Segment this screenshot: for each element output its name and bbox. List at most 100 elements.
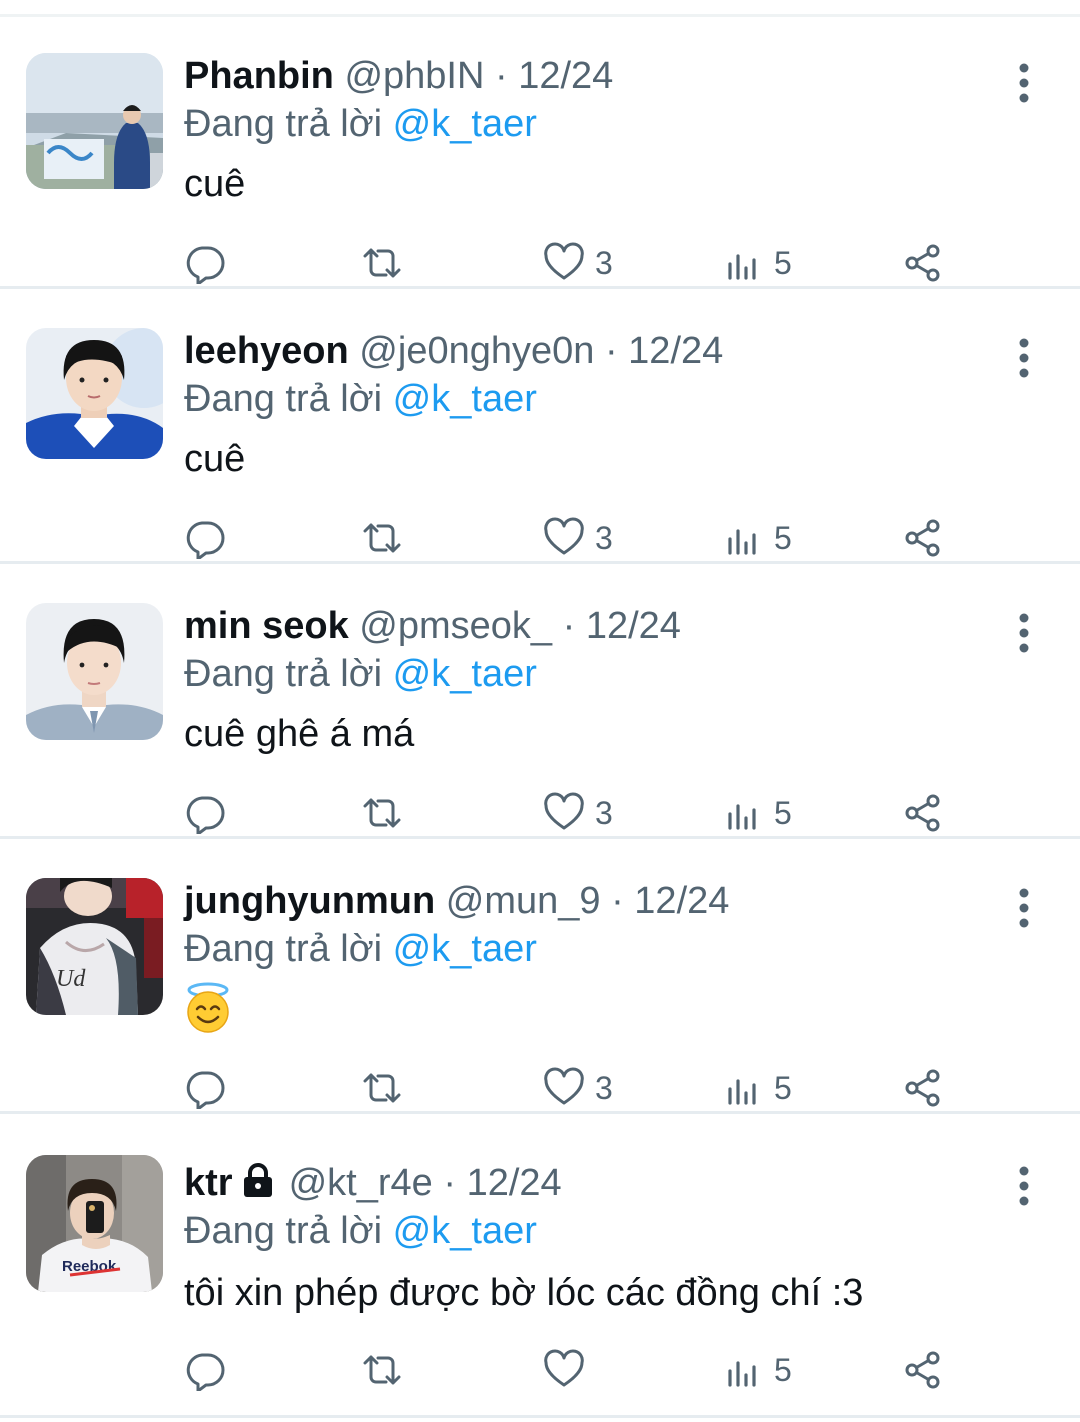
share-button[interactable] [902, 785, 944, 841]
retweet-icon [363, 248, 401, 278]
reply-mention-link[interactable]: @k_taer [393, 928, 537, 970]
action-bar: 3 5 [0, 235, 1080, 291]
view-count: 5 [774, 1070, 792, 1106]
action-bar: 3 5 [0, 785, 1080, 841]
reply-tweet[interactable]: Phanbin @phbIN · 12/24 Đang trả lời @k_t… [0, 17, 1080, 289]
reply-mention-link[interactable]: @k_taer [393, 378, 537, 420]
reply-tweet[interactable]: leehyeon @je0nghye0n · 12/24 Đang trả lờ… [0, 292, 1080, 564]
display-name[interactable]: junghyunmun [184, 880, 435, 922]
more-vertical-icon[interactable] [1008, 334, 1040, 386]
reply-mention-link[interactable]: @k_taer [393, 653, 537, 695]
retweet-button[interactable] [361, 785, 403, 841]
avatar[interactable] [26, 53, 163, 189]
retweet-button[interactable] [361, 235, 403, 291]
replying-to-label: Đang trả lời [184, 653, 383, 695]
separator-dot: · [443, 1162, 456, 1204]
heart-icon [544, 1067, 584, 1105]
views-button[interactable]: 5 [722, 785, 792, 841]
more-vertical-icon[interactable] [1008, 1162, 1040, 1214]
reply-button[interactable] [184, 1060, 226, 1116]
reply-button[interactable] [184, 1342, 226, 1398]
more-vertical-icon[interactable] [1008, 609, 1040, 661]
reply-icon [186, 521, 225, 559]
retweet-button[interactable] [361, 1060, 403, 1116]
views-icon [728, 254, 756, 280]
display-name[interactable]: ktr [184, 1162, 233, 1204]
separator-dot: · [562, 605, 576, 647]
like-button[interactable] [543, 1342, 595, 1398]
replying-to-label: Đang trả lời [184, 928, 383, 970]
avatar[interactable]: Ud [26, 878, 163, 1015]
avatar[interactable] [26, 603, 163, 740]
share-icon [905, 1351, 940, 1389]
reply-mention-link[interactable]: @k_taer [393, 103, 537, 145]
tweet-date[interactable]: 12/24 [586, 605, 681, 647]
action-bar: 5 [0, 1342, 1080, 1398]
more-vertical-icon[interactable] [1008, 884, 1040, 936]
avatar-photo-hoodie: Ud [26, 878, 163, 1015]
replying-to: Đang trả lời @k_taer [184, 101, 537, 147]
like-count: 3 [595, 245, 613, 281]
tweet-divider [0, 836, 1080, 839]
reply-icon [186, 246, 225, 284]
views-button[interactable]: 5 [722, 235, 792, 291]
view-count: 5 [774, 520, 792, 556]
action-bar: 3 5 [0, 1060, 1080, 1116]
display-name[interactable]: leehyeon [184, 330, 349, 372]
like-count: 3 [595, 795, 613, 831]
display-name[interactable]: min seok [184, 605, 349, 647]
tweet-text: tôi xin phép được bờ lóc các đồng chí :3 [184, 1272, 864, 1314]
share-button[interactable] [902, 235, 944, 291]
like-button[interactable]: 3 [543, 785, 613, 841]
reply-tweet[interactable]: Reebok ktr @kt_r4e · 12/24 Đang trả lời @… [0, 1122, 1080, 1422]
reply-tweet[interactable]: min seok @pmseok_ · 12/24 Đang trả lời @… [0, 567, 1080, 839]
like-button[interactable]: 3 [543, 1060, 613, 1116]
view-count: 5 [774, 795, 792, 831]
like-count: 3 [595, 520, 613, 556]
tweet-date[interactable]: 12/24 [628, 330, 723, 372]
tweet-text: cuê [184, 163, 246, 205]
tweet-date[interactable]: 12/24 [634, 880, 729, 922]
views-button[interactable]: 5 [722, 1060, 792, 1116]
share-button[interactable] [902, 1342, 944, 1398]
display-name[interactable]: Phanbin [184, 55, 334, 97]
reply-button[interactable] [184, 785, 226, 841]
like-button[interactable]: 3 [543, 510, 613, 566]
lock-icon [243, 1163, 272, 1197]
tweet-date[interactable]: 12/24 [518, 55, 613, 97]
reply-button[interactable] [184, 510, 226, 566]
retweet-button[interactable] [361, 510, 403, 566]
tweet-date[interactable]: 12/24 [467, 1162, 562, 1204]
user-handle[interactable]: @je0nghye0n [359, 330, 594, 372]
user-handle[interactable]: @kt_r4e [289, 1162, 433, 1204]
share-icon [905, 794, 940, 832]
retweet-icon [363, 523, 401, 553]
views-icon [728, 1361, 756, 1387]
avatar-photo-mirror-selfie: Reebok [26, 1155, 163, 1292]
avatar[interactable]: Reebok [26, 1155, 163, 1292]
more-vertical-icon[interactable] [1008, 59, 1040, 111]
retweet-button[interactable] [361, 1342, 403, 1398]
avatar[interactable] [26, 328, 163, 459]
user-handle[interactable]: @pmseok_ [359, 605, 552, 647]
share-button[interactable] [902, 1060, 944, 1116]
view-count: 5 [774, 1352, 792, 1388]
views-button[interactable]: 5 [722, 510, 792, 566]
tweet-divider [0, 561, 1080, 564]
views-icon [728, 1079, 756, 1105]
user-handle[interactable]: @mun_9 [446, 880, 601, 922]
replying-to-label: Đang trả lời [184, 378, 383, 420]
share-button[interactable] [902, 510, 944, 566]
user-handle[interactable]: @phbIN [344, 55, 484, 97]
reply-tweet[interactable]: Ud junghyunmun @mun_9 · 12/24 Đang trả l… [0, 842, 1080, 1114]
retweet-icon [363, 798, 401, 828]
reply-mention-link[interactable]: @k_taer [393, 1210, 537, 1252]
views-button[interactable]: 5 [722, 1342, 792, 1398]
tweet-header: junghyunmun @mun_9 · 12/24 [184, 878, 729, 924]
like-button[interactable]: 3 [543, 235, 613, 291]
tweet-text: cuê [184, 438, 246, 480]
tweet-divider [0, 1415, 1080, 1418]
reply-button[interactable] [184, 235, 226, 291]
views-icon [728, 529, 756, 555]
share-icon [905, 1069, 940, 1107]
